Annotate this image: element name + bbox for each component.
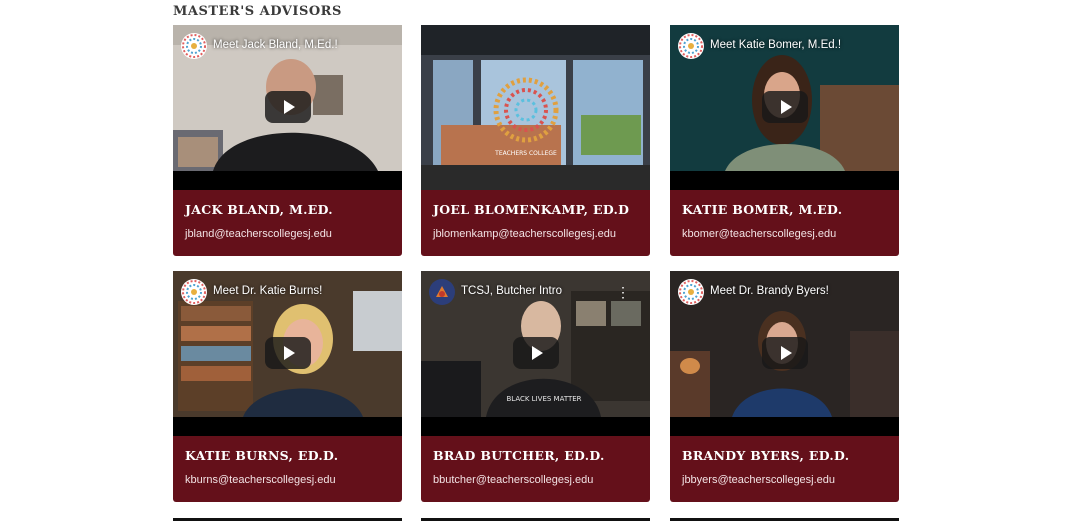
- advisor-email-link[interactable]: jbland@teacherscollegesj.edu: [185, 228, 332, 240]
- advisor-info: KATIE BURNS, ED.D. kburns@teacherscolleg…: [173, 436, 402, 502]
- play-button-icon[interactable]: [762, 337, 808, 369]
- window-logo-text: TEACHERS COLLEGE: [494, 150, 557, 157]
- advisor-name: JACK BLAND, M.ED.: [185, 202, 333, 217]
- play-button-icon[interactable]: [265, 337, 311, 369]
- advisor-info: JACK BLAND, M.ED. jbland@teacherscollege…: [173, 190, 402, 256]
- advisor-card: Meet Dr. Brandy Byers! BRANDY BYERS, ED.…: [670, 271, 899, 502]
- video-title[interactable]: Meet Dr. Katie Burns!: [213, 285, 322, 297]
- advisor-card: Meet Katie Bomer, M.Ed.! KATIE BOMER, M.…: [670, 25, 899, 256]
- video-embed[interactable]: Meet Dr. Katie Burns!: [173, 271, 402, 436]
- video-embed[interactable]: TEACHERS COLLEGE: [421, 25, 650, 190]
- advisor-card: TEACHERS COLLEGE JOEL BLOMENKAMP, ED.D j…: [421, 25, 650, 256]
- advisor-email-link[interactable]: kbomer@teacherscollegesj.edu: [682, 228, 836, 240]
- video-embed[interactable]: BLACK LIVES MATTER TCSJ, Butcher Intro ⋮: [421, 271, 650, 436]
- section-title: MASTER'S ADVISORS: [173, 4, 342, 19]
- advisor-card: Meet Dr. Katie Burns! KATIE BURNS, ED.D.…: [173, 271, 402, 502]
- video-title[interactable]: Meet Jack Bland, M.Ed.!: [213, 39, 338, 51]
- tcsj-logo-icon: [678, 279, 704, 305]
- advisor-email-link[interactable]: jblomenkamp@teacherscollegesj.edu: [433, 228, 616, 240]
- advisor-info: BRAD BUTCHER, ED.D. bbutcher@teacherscol…: [421, 436, 650, 502]
- tcsj-logo-icon: [181, 279, 207, 305]
- tcsj-logo-icon: [429, 279, 455, 305]
- advisor-name: KATIE BOMER, M.ED.: [682, 202, 843, 217]
- advisor-card: Meet Jack Bland, M.Ed.! JACK BLAND, M.ED…: [173, 25, 402, 256]
- play-button-icon[interactable]: [265, 91, 311, 123]
- advisor-info: KATIE BOMER, M.ED. kbomer@teacherscolleg…: [670, 190, 899, 256]
- advisor-email-link[interactable]: jbbyers@teacherscollegesj.edu: [682, 474, 835, 486]
- advisor-name: BRAD BUTCHER, ED.D.: [433, 448, 605, 463]
- video-embed[interactable]: Meet Dr. Brandy Byers!: [670, 271, 899, 436]
- advisor-name: BRANDY BYERS, ED.D.: [682, 448, 850, 463]
- video-title[interactable]: Meet Dr. Brandy Byers!: [710, 285, 829, 297]
- advisor-name: KATIE BURNS, ED.D.: [185, 448, 339, 463]
- video-title[interactable]: TCSJ, Butcher Intro: [461, 285, 562, 297]
- video-thumbnail: TEACHERS COLLEGE: [421, 25, 650, 190]
- tcsj-logo-icon: [678, 33, 704, 59]
- tcsj-logo-icon: [181, 33, 207, 59]
- video-embed[interactable]: Meet Katie Bomer, M.Ed.!: [670, 25, 899, 190]
- video-title[interactable]: Meet Katie Bomer, M.Ed.!: [710, 39, 841, 51]
- play-button-icon[interactable]: [513, 337, 559, 369]
- advisor-email-link[interactable]: bbutcher@teacherscollegesj.edu: [433, 474, 593, 486]
- advisor-name: JOEL BLOMENKAMP, ED.D: [433, 202, 630, 217]
- more-vert-icon[interactable]: ⋮: [616, 285, 630, 299]
- advisor-info: BRANDY BYERS, ED.D. jbbyers@teacherscoll…: [670, 436, 899, 502]
- advisor-info: JOEL BLOMENKAMP, ED.D jblomenkamp@teache…: [421, 190, 650, 256]
- video-embed[interactable]: Meet Jack Bland, M.Ed.!: [173, 25, 402, 190]
- advisor-card: BLACK LIVES MATTER TCSJ, Butcher Intro ⋮…: [421, 271, 650, 502]
- play-button-icon[interactable]: [762, 91, 808, 123]
- shirt-text: BLACK LIVES MATTER: [506, 395, 581, 403]
- advisor-email-link[interactable]: kburns@teacherscollegesj.edu: [185, 474, 336, 486]
